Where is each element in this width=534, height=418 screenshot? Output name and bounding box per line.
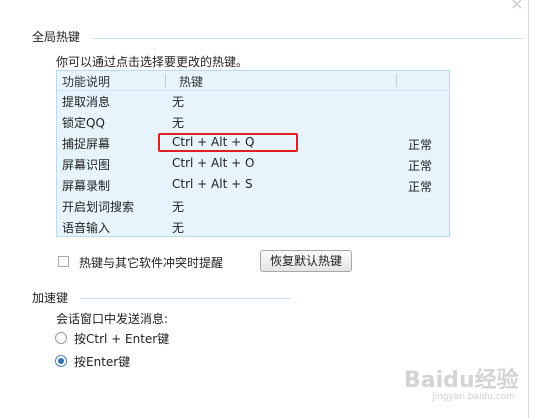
section-title-global-hotkeys: 全局热键 — [32, 30, 81, 44]
function-label: 屏幕识图 — [62, 158, 111, 172]
table-row[interactable]: 屏幕录制 Ctrl + Alt + S — [57, 175, 449, 196]
table-row[interactable]: 锁定QQ 无 — [57, 112, 449, 133]
function-label: 捕捉屏幕 — [62, 137, 111, 151]
table-row[interactable]: 开启划词搜索 无 — [57, 196, 449, 217]
section-divider — [80, 298, 290, 299]
status-label: 正常 — [408, 180, 433, 194]
function-label: 屏幕录制 — [62, 179, 111, 193]
hotkey-description: 你可以通过点击选择要更改的热键。 — [56, 55, 249, 69]
status-label: 正常 — [408, 138, 433, 152]
hotkey-table: 功能说明 热键 提取消息 无 锁定QQ 无 捕捉屏幕 Ctrl + Alt + … — [56, 70, 450, 237]
table-header: 功能说明 热键 — [57, 71, 449, 91]
radio-ctrl-enter[interactable] — [55, 332, 67, 344]
conflict-reminder-checkbox[interactable] — [58, 256, 69, 267]
hotkey-value[interactable]: 无 — [172, 114, 184, 131]
send-message-label: 会话窗口中发送消息: — [56, 312, 169, 326]
column-header-hotkey: 热键 — [179, 75, 204, 89]
table-row[interactable]: 语音输入 无 — [57, 217, 449, 238]
column-header-function: 功能说明 — [62, 75, 111, 89]
settings-panel: × 全局热键 你可以通过点击选择要更改的热键。 功能说明 热键 提取消息 无 锁… — [0, 0, 529, 418]
column-separator — [165, 74, 166, 87]
function-label: 语音输入 — [62, 221, 111, 235]
hotkey-value[interactable]: 无 — [172, 198, 184, 215]
radio-enter-label[interactable]: 按Enter键 — [74, 353, 130, 370]
column-separator — [396, 74, 397, 87]
radio-ctrl-enter-label[interactable]: 按Ctrl + Enter键 — [74, 330, 169, 347]
hotkey-value[interactable]: Ctrl + Alt + O — [172, 156, 254, 170]
close-icon[interactable]: × — [506, 0, 528, 14]
restore-default-hotkeys-button[interactable]: 恢复默认热键 — [260, 250, 352, 272]
baidu-watermark: Baidu经验 jingyan.baidu.com — [398, 362, 530, 414]
hotkey-value[interactable]: 无 — [172, 219, 184, 236]
function-label: 开启划词搜索 — [62, 200, 135, 214]
table-row[interactable]: 屏幕识图 Ctrl + Alt + O — [57, 154, 449, 175]
hotkey-value[interactable]: 无 — [172, 93, 184, 110]
conflict-reminder-label[interactable]: 热键与其它软件冲突时提醒 — [79, 254, 223, 271]
watermark-sub: jingyan.baidu.com — [432, 392, 516, 402]
radio-enter[interactable] — [55, 355, 67, 367]
status-label: 正常 — [408, 159, 433, 173]
function-label: 提取消息 — [62, 95, 111, 109]
section-title-accelerator: 加速键 — [32, 291, 69, 305]
highlight-annotation-box — [158, 133, 298, 152]
hotkey-value[interactable]: Ctrl + Alt + S — [172, 177, 253, 191]
table-row[interactable]: 提取消息 无 — [57, 91, 449, 112]
function-label: 锁定QQ — [62, 116, 105, 130]
watermark-main: Baidu经验 — [404, 368, 519, 393]
section-divider — [92, 38, 524, 39]
